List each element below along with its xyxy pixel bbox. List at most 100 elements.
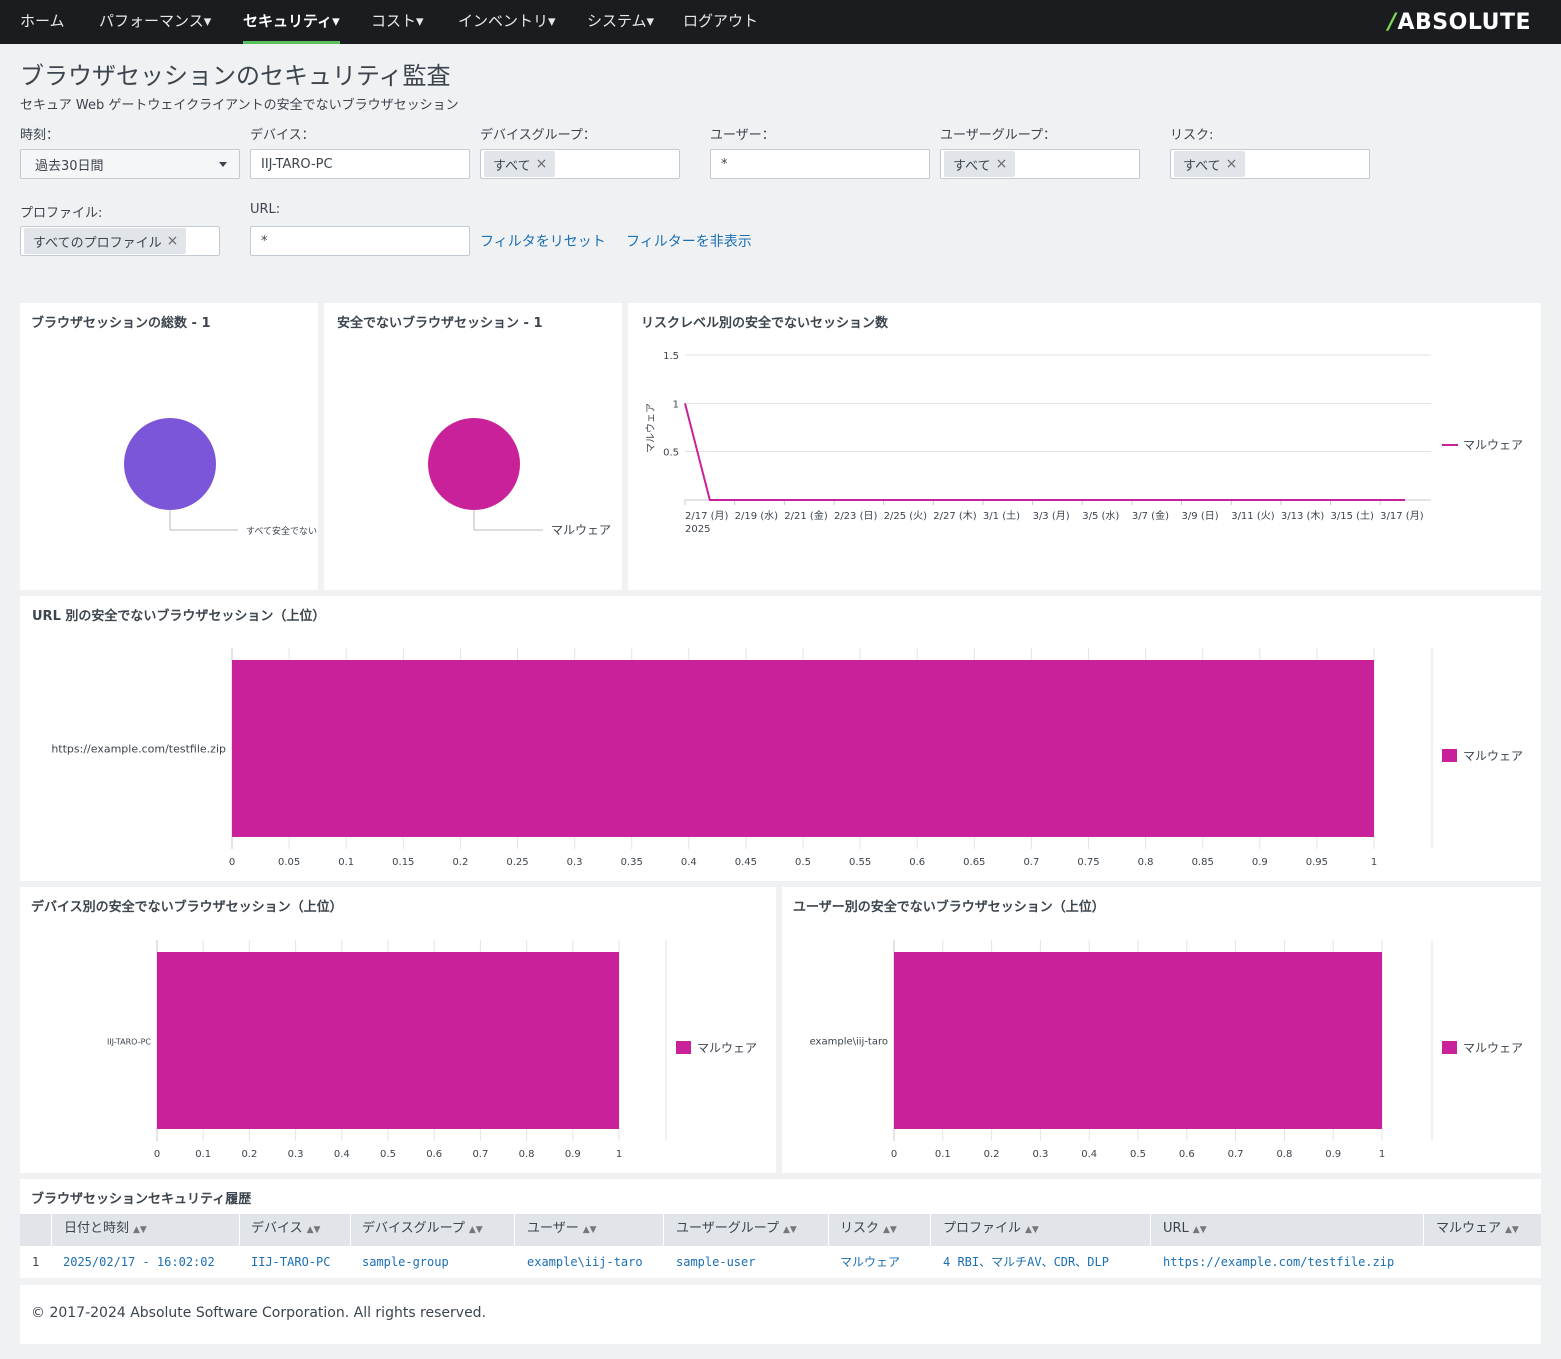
- unsafe-sessions-panel: 安全でないブラウザセッション - 1 マルウェア: [324, 303, 622, 590]
- legend-label: マルウェア: [697, 1041, 757, 1055]
- profile-multiselect[interactable]: すべてのプロファイル ×: [20, 226, 220, 256]
- x-tick-label: 0.5: [795, 857, 811, 868]
- sort-icon: ▲▼: [883, 1225, 897, 1235]
- logo-slash: /: [1387, 9, 1397, 35]
- sort-icon: ▲▼: [582, 1225, 597, 1235]
- url-sessions-panel: URL 別の安全でないブラウザセッション（上位） 0 0.05 0.1 0.15 0.2…: [20, 596, 1541, 881]
- x-tick-label: 3/11 (火): [1231, 510, 1275, 522]
- user-bar-chart: 0 0.1 0.2 0.3 0.4 0.5 0.6 0.7 0.8 0.9 1 example\iij…: [810, 940, 1523, 1160]
- x-tick-label: 2/21 (金): [784, 509, 828, 522]
- cell-datetime[interactable]: 2025/02/17 - 16:02:02: [63, 1246, 215, 1278]
- url-input[interactable]: *: [250, 226, 470, 256]
- x-tick-label: 0.15: [392, 857, 414, 868]
- risk-filter-label: リスク:: [1170, 128, 1214, 143]
- user-input[interactable]: *: [710, 149, 930, 179]
- cell-user-group[interactable]: sample-user: [676, 1246, 755, 1278]
- nav-performance[interactable]: パフォーマンス▾: [99, 0, 211, 44]
- x-year-label: 2025: [685, 524, 710, 535]
- footer: © 2017-2024 Absolute Software Corporatio…: [20, 1285, 1541, 1344]
- x-tick-label: 2/23 (日): [834, 511, 878, 522]
- remove-token-icon[interactable]: ×: [996, 156, 1008, 172]
- risk-level-line-chart: 0.5 1 1.5 マルウェア 2/17 (月) 2/19 (水) 2/21 (金) 2/23…: [645, 351, 1523, 535]
- bar-malware: [232, 660, 1374, 837]
- device-bar-chart: 0 0.1 0.2 0.3 0.4 0.5 0.6 0.7 0.8 0.9 1 IIJ-TARO-PC…: [107, 940, 757, 1160]
- token-label: すべて: [493, 158, 531, 174]
- column-header-risk[interactable]: リスク ▲▼: [840, 1214, 897, 1246]
- cell-device-group[interactable]: sample-group: [362, 1246, 449, 1278]
- x-tick-label: 0: [891, 1149, 897, 1160]
- x-tick-label: 3/13 (木): [1281, 510, 1325, 522]
- x-tick-label: 2/19 (水): [735, 510, 779, 522]
- profile-token: すべてのプロファイル ×: [24, 228, 187, 254]
- risk-multiselect[interactable]: すべて ×: [1170, 149, 1370, 179]
- x-tick-label: 0.45: [735, 857, 757, 868]
- table-row: 1 2025/02/17 - 16:02:02 IIJ-TARO-PC samp…: [20, 1246, 1541, 1278]
- nav-security[interactable]: セキュリティ▾: [243, 0, 340, 44]
- sort-icon: ▲▼: [468, 1225, 483, 1235]
- x-tick-label: 0: [154, 1149, 160, 1160]
- column-header-malware[interactable]: マルウェア ▲▼: [1436, 1214, 1519, 1246]
- x-tick-label: 0.7: [1023, 857, 1039, 868]
- remove-token-icon[interactable]: ×: [536, 156, 548, 172]
- x-tick-label: 0.8: [1276, 1149, 1292, 1160]
- sort-icon: ▲▼: [1505, 1225, 1519, 1235]
- nav-inventory[interactable]: インベントリ▾: [458, 0, 556, 44]
- category-label: https://example.com/testfile.zip: [51, 743, 226, 756]
- x-tick-label: 0.9: [1252, 857, 1268, 868]
- token-label: すべて: [953, 158, 991, 174]
- token-label: すべて: [1183, 158, 1221, 174]
- cell-url[interactable]: https://example.com/testfile.zip: [1163, 1246, 1394, 1278]
- page-title: ブラウザセッションのセキュリティ監査: [20, 62, 451, 90]
- hide-filters-link[interactable]: フィルターを非表示: [626, 231, 752, 251]
- cell-profile[interactable]: 4 RBI、マルチAV、CDR、DLP: [943, 1246, 1109, 1278]
- user-sessions-panel: ユーザー別の安全でないブラウザセッション（上位） 0 0.1 0.2 0.3 0.4 0.…: [782, 887, 1541, 1173]
- nav-home[interactable]: ホーム: [20, 0, 65, 44]
- x-tick-label: 0.6: [1179, 1149, 1195, 1160]
- nav-security-label: セキュリティ▾: [243, 12, 340, 30]
- x-tick-label: 0.5: [380, 1149, 396, 1160]
- top-navigation-bar: ホーム パフォーマンス▾ セキュリティ▾ コスト▾ インベントリ▾ システム▾ …: [0, 0, 1561, 44]
- x-tick-label: 3/5 (水): [1082, 510, 1119, 522]
- x-tick-label: 0.3: [288, 1149, 304, 1160]
- remove-token-icon[interactable]: ×: [1226, 156, 1238, 172]
- legend-swatch: [676, 1041, 691, 1054]
- x-tick-label: 3/15 (土): [1331, 509, 1375, 522]
- user-group-multiselect[interactable]: すべて ×: [940, 149, 1140, 179]
- cell-user[interactable]: example\iij-taro: [527, 1246, 643, 1278]
- x-tick-label: 0.1: [338, 857, 354, 868]
- category-label: IIJ-TARO-PC: [107, 1038, 151, 1047]
- x-tick-label: 0.5: [1130, 1149, 1146, 1160]
- nav-logout[interactable]: ログアウト: [683, 0, 758, 44]
- column-header-user[interactable]: ユーザー ▲▼: [527, 1214, 597, 1246]
- pie-slice-label: すべて安全でない: [246, 525, 317, 537]
- url-filter-label: URL:: [250, 202, 281, 217]
- nav-cost[interactable]: コスト▾: [371, 0, 424, 44]
- device-group-multiselect[interactable]: すべて ×: [480, 149, 680, 179]
- device-group-token: すべて ×: [484, 151, 556, 177]
- x-tick-label: 0.8: [1138, 857, 1154, 868]
- time-dropdown[interactable]: 過去30日間: [20, 149, 240, 179]
- x-tick-label: 0.65: [963, 857, 985, 868]
- x-tick-label: 0.4: [334, 1149, 350, 1160]
- column-header-profile[interactable]: プロファイル ▲▼: [943, 1214, 1039, 1246]
- token-label: すべてのプロファイル: [33, 235, 162, 251]
- x-tick-label: 0.85: [1192, 857, 1214, 868]
- cell-risk[interactable]: マルウェア: [840, 1246, 900, 1278]
- column-header-device[interactable]: デバイス ▲▼: [251, 1214, 320, 1246]
- column-header-device-group[interactable]: デバイスグループ ▲▼: [362, 1214, 483, 1246]
- x-tick-label: 0.95: [1306, 857, 1328, 868]
- column-header-url[interactable]: URL ▲▼: [1163, 1214, 1207, 1246]
- user-group-token: すべて ×: [944, 151, 1016, 177]
- column-header-datetime[interactable]: 日付と時刻 ▲▼: [64, 1214, 147, 1246]
- device-input[interactable]: IIJ-TARO-PC: [250, 149, 470, 179]
- cell-device[interactable]: IIJ-TARO-PC: [251, 1246, 330, 1278]
- x-tick-label: 0.4: [681, 857, 697, 868]
- reset-filters-link[interactable]: フィルタをリセット: [480, 231, 606, 251]
- unsafe-sessions-pie-chart: マルウェア: [428, 418, 611, 537]
- x-tick-label: 0.4: [1081, 1149, 1097, 1160]
- nav-system[interactable]: システム▾: [587, 0, 654, 44]
- remove-token-icon[interactable]: ×: [167, 233, 179, 249]
- device-input-value: IIJ-TARO-PC: [261, 156, 333, 172]
- column-header-user-group[interactable]: ユーザーグループ ▲▼: [676, 1214, 797, 1246]
- x-tick-label: 0.25: [506, 857, 528, 868]
